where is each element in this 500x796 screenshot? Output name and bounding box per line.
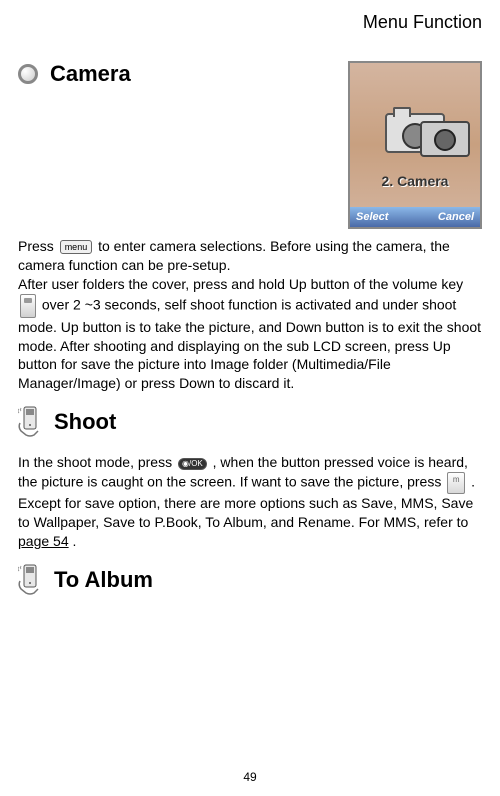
section-heading-shoot: Shoot <box>18 405 482 439</box>
volume-key-icon <box>20 294 36 318</box>
heading-text-camera: Camera <box>50 61 131 87</box>
ok-key-icon: ◉/OK <box>178 458 207 470</box>
section-heading-camera: Camera <box>18 61 338 87</box>
page-link[interactable]: page 54 <box>18 533 69 549</box>
m-key-icon: m <box>447 472 465 494</box>
text-fragment: . <box>73 533 77 549</box>
softkey-cancel: Cancel <box>438 211 474 223</box>
phone-hand-icon <box>18 563 44 597</box>
camera-paragraph-1: Press menu to enter camera selections. B… <box>18 237 482 393</box>
phone-screenshot: 2. Camera Select Cancel <box>348 61 482 229</box>
menu-key-icon: menu <box>60 240 93 254</box>
phone-hand-icon <box>18 405 44 439</box>
softkey-select: Select <box>356 211 388 223</box>
text-fragment: After user folders the cover, press and … <box>18 276 463 292</box>
shoot-paragraph: In the shoot mode, press ◉/OK , when the… <box>18 453 482 551</box>
heading-text-toalbum: To Album <box>54 567 153 593</box>
page-number: 49 <box>243 770 256 784</box>
text-fragment: Press <box>18 238 58 254</box>
text-fragment: over 2 ~3 seconds, self shoot function i… <box>18 296 481 391</box>
text-fragment: In the shoot mode, press <box>18 454 176 470</box>
phone-menu-label: 2. Camera <box>350 173 480 189</box>
camera-icon-2 <box>420 121 470 157</box>
section-heading-toalbum: To Album <box>18 563 482 597</box>
bullet-icon <box>18 64 38 84</box>
heading-text-shoot: Shoot <box>54 409 116 435</box>
page-header: Menu Function <box>18 12 482 33</box>
